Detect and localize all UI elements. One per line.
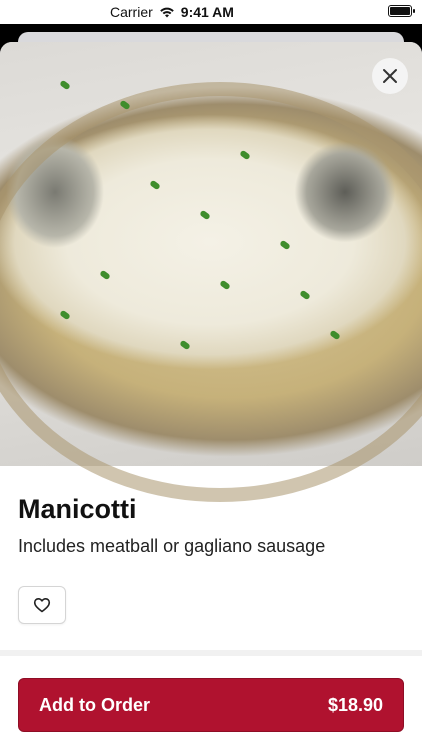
status-left: Carrier 9:41 AM: [110, 4, 234, 20]
order-footer: Add to Order $18.90: [0, 656, 422, 750]
item-photo: [0, 42, 422, 502]
add-to-order-button[interactable]: Add to Order $18.90: [18, 678, 404, 732]
battery-icon: [388, 5, 415, 17]
item-title: Manicotti: [18, 494, 137, 524]
wifi-icon: [159, 7, 174, 18]
carrier-label: Carrier: [110, 4, 153, 20]
status-time: 9:41 AM: [180, 4, 234, 20]
close-icon: [383, 69, 397, 83]
close-button[interactable]: [372, 58, 408, 94]
item-price: $18.90: [327, 694, 383, 715]
add-to-order-label: Add to Order: [39, 694, 150, 715]
heart-icon: [33, 598, 51, 613]
status-bar: Carrier 9:41 AM: [0, 0, 422, 24]
item-detail-sheet: Manicotti Includes meatball or gagliano …: [0, 42, 422, 750]
item-description: Includes meatball or gagliano sausage: [18, 536, 326, 556]
favorite-button[interactable]: [18, 586, 66, 624]
